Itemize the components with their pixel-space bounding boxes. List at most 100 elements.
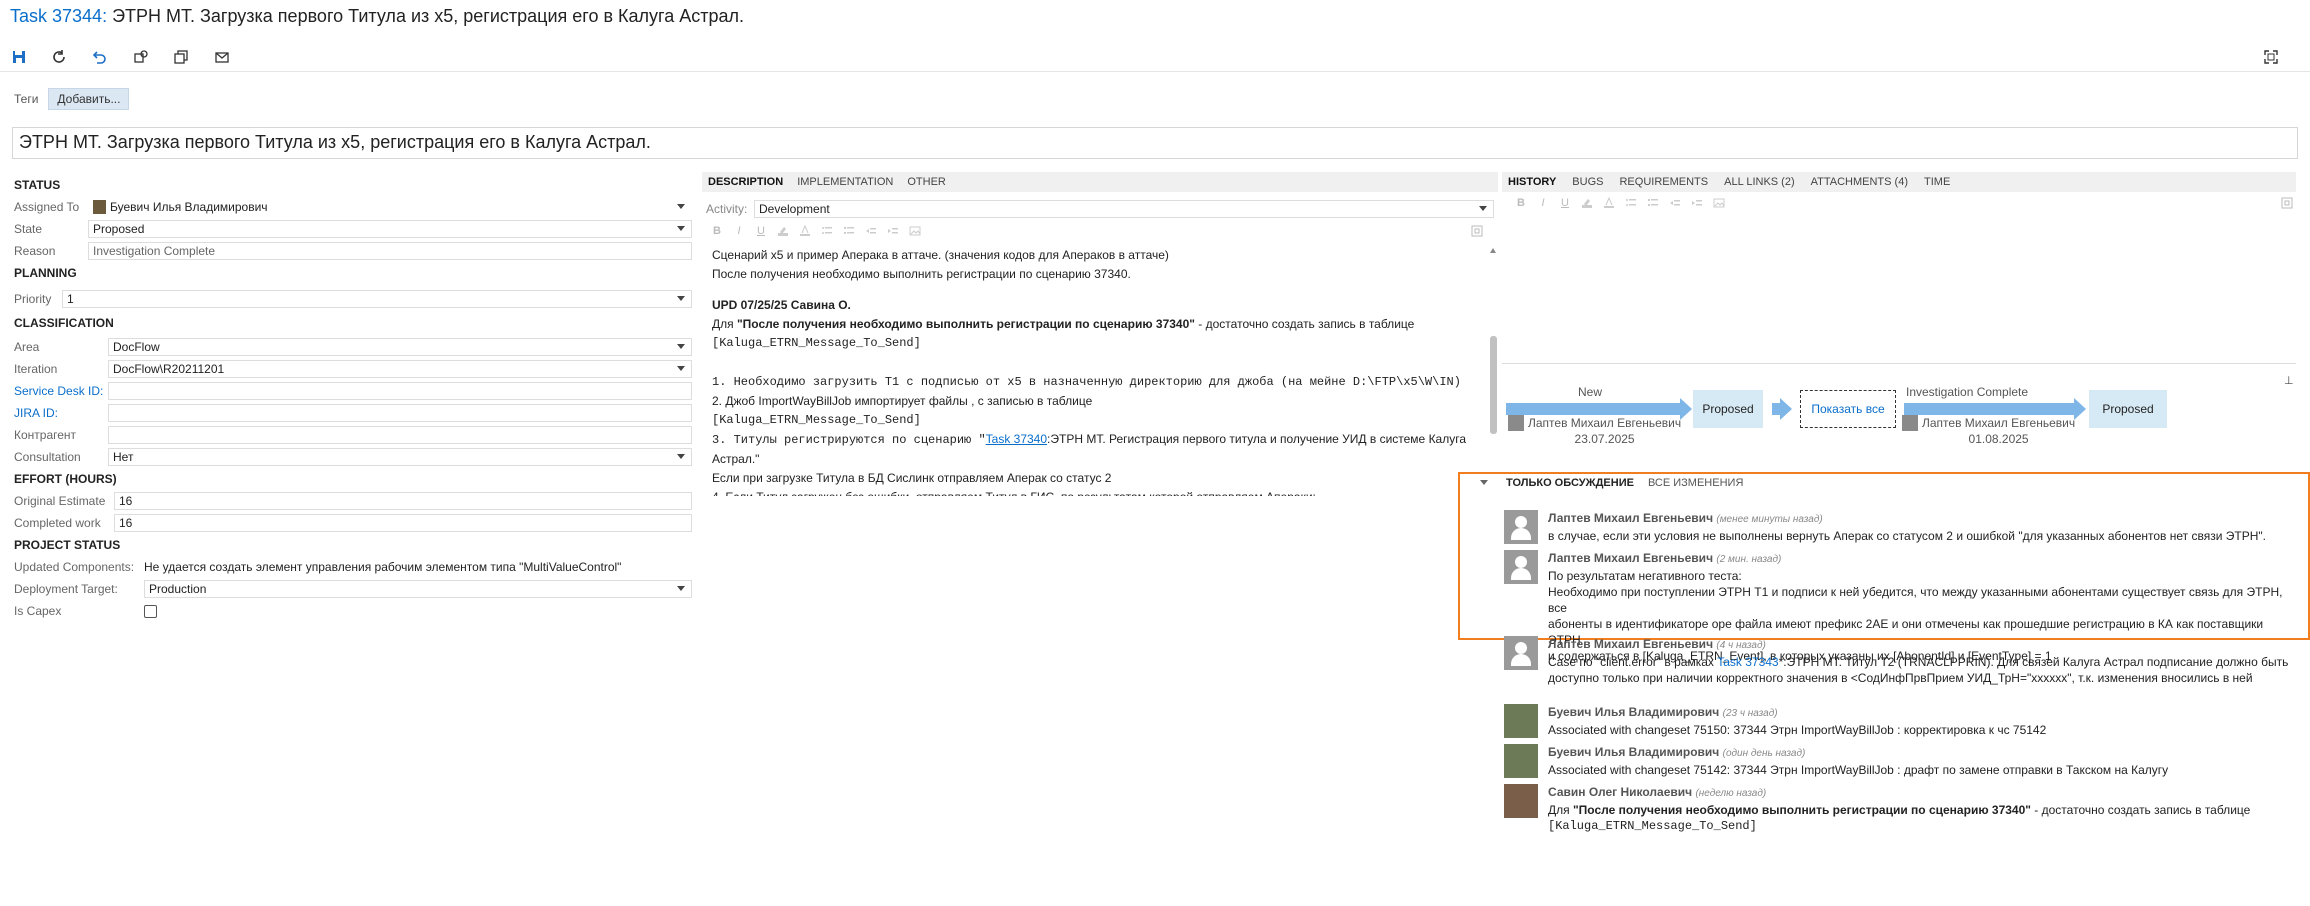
comment-text: По результатам негативного теста:	[1548, 569, 1742, 583]
bullet-list-icon[interactable]	[820, 225, 834, 237]
comment-text: в случае, если эти условия не выполнены …	[1548, 529, 2266, 543]
jira-label[interactable]: JIRA ID:	[14, 406, 108, 420]
completed-work-label: Completed work	[14, 516, 101, 530]
increase-indent-icon[interactable]	[1690, 197, 1704, 209]
fullscreen-icon[interactable]	[2260, 46, 2282, 68]
history-panel: HISTORY BUGS REQUIREMENTS ALL LINKS (2) …	[1502, 172, 2296, 446]
tab-other[interactable]: OTHER	[907, 176, 946, 188]
maximize-editor-icon[interactable]	[2280, 197, 2294, 209]
bold-icon[interactable]: B	[710, 225, 724, 237]
scrollbar-thumb[interactable]	[1490, 336, 1497, 434]
is-capex-checkbox[interactable]	[144, 604, 157, 618]
bold-icon[interactable]: B	[1514, 197, 1528, 209]
italic-icon[interactable]: I	[732, 225, 746, 237]
desc-line: 4. Если Титул загружен без ошибки, отпра…	[712, 488, 1484, 496]
tab-attachments[interactable]: ATTACHMENTS (4)	[1811, 176, 1908, 188]
consultation-field[interactable]: Нет	[108, 448, 692, 466]
underline-icon[interactable]: U	[754, 225, 768, 237]
email-icon[interactable]	[211, 46, 233, 68]
work-item-title-field[interactable]: ЭТРН МТ. Загрузка первого Титула из х5, …	[12, 127, 2298, 159]
consultation-label: Consultation	[14, 450, 81, 464]
highlight-icon[interactable]	[776, 225, 790, 237]
highlight-icon[interactable]	[1580, 197, 1594, 209]
tab-description[interactable]: DESCRIPTION	[708, 176, 783, 188]
avatar	[1504, 550, 1538, 584]
state-field[interactable]: Proposed	[88, 220, 692, 238]
description-scrollbar[interactable]	[1488, 246, 1498, 496]
tab-implementation[interactable]: IMPLEMENTATION	[797, 176, 893, 188]
tab-all-links[interactable]: ALL LINKS (2)	[1724, 176, 1795, 188]
tab-bugs[interactable]: BUGS	[1572, 176, 1603, 188]
chevron-down-icon	[1479, 206, 1487, 211]
increase-indent-icon[interactable]	[886, 225, 900, 237]
flow-user-name: Лаптев Михаил Евгеньевич	[1922, 416, 2076, 430]
task-link[interactable]: Task 37344:	[10, 6, 107, 26]
task-37343-link[interactable]: Task 37343	[1717, 655, 1778, 669]
comment-time: (23 ч назад)	[1722, 708, 1778, 719]
status-header: STATUS	[14, 178, 61, 192]
comment-author[interactable]: Лаптев Михаил Евгеньевич	[1548, 551, 1713, 565]
flow-arrow	[1506, 398, 1692, 420]
insert-image-icon[interactable]	[908, 225, 922, 237]
numbered-list-icon[interactable]	[1646, 197, 1660, 209]
maximize-editor-icon[interactable]	[1470, 225, 1484, 237]
tab-requirements[interactable]: REQUIREMENTS	[1619, 176, 1708, 188]
comment-text: Associated with changeset 75150: 37344 Э…	[1548, 723, 2047, 737]
copy-icon[interactable]	[170, 46, 192, 68]
chevron-down-icon	[677, 366, 685, 371]
completed-work-field[interactable]: 16	[114, 514, 692, 532]
task-37340-link[interactable]: Task 37340	[986, 432, 1047, 446]
add-tag-button[interactable]: Добавить...	[48, 88, 130, 110]
decrease-indent-icon[interactable]	[1668, 197, 1682, 209]
state-label: State	[14, 222, 43, 236]
insert-image-icon[interactable]	[1712, 197, 1726, 209]
tab-history[interactable]: HISTORY	[1508, 176, 1556, 188]
decrease-indent-icon[interactable]	[864, 225, 878, 237]
link-work-item-icon[interactable]	[130, 46, 152, 68]
underline-icon[interactable]: U	[1558, 197, 1572, 209]
comment-author[interactable]: Лаптев Михаил Евгеньевич	[1548, 637, 1713, 651]
activity-label: Activity:	[706, 202, 748, 216]
service-desk-label[interactable]: Service Desk ID:	[14, 384, 108, 398]
service-desk-field[interactable]	[108, 382, 692, 400]
scroll-up-icon[interactable]	[1490, 248, 1496, 253]
desc-line: Астрал."	[712, 452, 760, 466]
refresh-icon[interactable]	[48, 46, 70, 68]
comment-time: (неделю назад)	[1695, 788, 1767, 799]
iteration-field[interactable]: DocFlow\R20211201	[108, 360, 692, 378]
history-comment-editor[interactable]	[1502, 214, 2296, 364]
area-value: DocFlow	[113, 340, 160, 354]
original-estimate-value: 16	[119, 494, 133, 508]
completed-work-value: 16	[119, 516, 133, 530]
description-editor[interactable]: Сценарий х5 и пример Аперака в аттаче. (…	[702, 246, 1484, 496]
reason-field[interactable]: Investigation Complete	[88, 242, 692, 260]
state-value: Proposed	[93, 222, 145, 236]
comment-author[interactable]: Лаптев Михаил Евгеньевич	[1548, 511, 1713, 525]
comment-author[interactable]: Буевич Илья Владимирович	[1548, 745, 1719, 759]
italic-icon[interactable]: I	[1536, 197, 1550, 209]
assigned-to-field[interactable]: Буевич Илья Владимирович	[88, 198, 692, 216]
bullet-list-icon[interactable]	[1624, 197, 1638, 209]
numbered-list-icon[interactable]	[842, 225, 856, 237]
activity-field[interactable]: Development	[754, 200, 1494, 218]
avatar	[1504, 704, 1538, 738]
contractor-field[interactable]	[108, 426, 692, 444]
priority-field[interactable]: 1	[62, 290, 692, 308]
list-item: Буевич Илья Владимирович (один день наза…	[1504, 744, 2298, 778]
area-field[interactable]: DocFlow	[108, 338, 692, 356]
font-color-icon[interactable]	[1602, 197, 1616, 209]
tab-time[interactable]: TIME	[1924, 176, 1950, 188]
area-label: Area	[14, 340, 40, 354]
original-estimate-field[interactable]: 16	[114, 492, 692, 510]
show-all-button[interactable]: Показать все	[1800, 390, 1896, 428]
chevron-down-icon	[677, 226, 685, 231]
flow-arrow	[1772, 398, 1792, 420]
assigned-to-value: Буевич Илья Владимирович	[110, 200, 268, 214]
font-color-icon[interactable]	[798, 225, 812, 237]
comment-author[interactable]: Буевич Илья Владимирович	[1548, 705, 1719, 719]
jira-field[interactable]	[108, 404, 692, 422]
save-icon[interactable]	[8, 46, 30, 68]
comment-author[interactable]: Савин Олег Николаевич	[1548, 785, 1692, 799]
deployment-target-field[interactable]: Production	[144, 580, 692, 598]
undo-icon[interactable]	[88, 46, 110, 68]
